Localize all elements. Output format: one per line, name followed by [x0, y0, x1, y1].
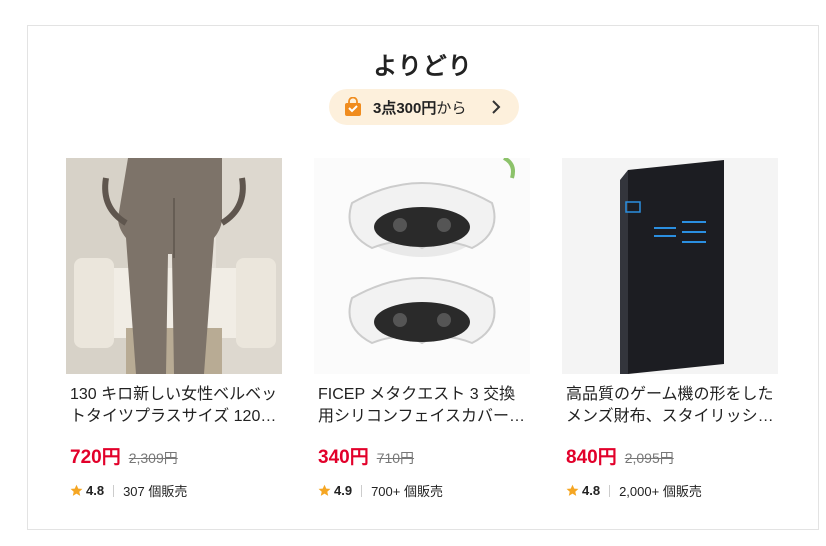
section-title: よりどり — [373, 53, 473, 80]
price-row: 840円 2,095円 — [562, 442, 778, 469]
price-row: 720円 2,309円 — [66, 442, 282, 469]
shopping-bag-icon — [345, 97, 361, 116]
sale-price: 840円 — [566, 447, 617, 468]
product-name[interactable]: 高品質のゲーム機の形をしたメンズ財布、スタイリッシ… — [562, 384, 778, 428]
sale-price: 340円 — [318, 447, 369, 468]
original-price: 710円 — [376, 450, 415, 466]
original-price: 2,309円 — [128, 450, 178, 466]
product-image-wallet[interactable] — [562, 158, 778, 374]
rating-row: 4.9 700+ 個販売 — [314, 481, 530, 500]
yoridori-section: よりどり 3点300円から 130 キロ新しい女性ベルベットタイツプラスサイズ … — [27, 25, 819, 530]
product-image-face-cover[interactable] — [314, 158, 530, 374]
product-name[interactable]: FICEP メタクエスト 3 交換用シリコンフェイスカバー… — [314, 384, 530, 428]
chevron-right-icon — [492, 100, 501, 114]
rating-value: 4.8 — [86, 483, 105, 498]
rating-row: 4.8 307 個販売 — [66, 481, 282, 500]
product-name[interactable]: 130 キロ新しい女性ベルベットタイツプラスサイズ 120… — [66, 384, 282, 428]
star-icon — [318, 484, 331, 496]
sold-count: 307 個販売 — [123, 484, 188, 499]
original-price: 2,095円 — [624, 450, 674, 466]
sale-price: 720円 — [70, 447, 121, 468]
price-row: 340円 710円 — [314, 442, 530, 469]
sold-count: 700+ 個販売 — [371, 484, 443, 499]
product-card-face-cover[interactable]: FICEP メタクエスト 3 交換用シリコンフェイスカバー… 340円 710円… — [314, 158, 530, 500]
promo-text-light: から — [436, 99, 467, 117]
star-icon — [70, 484, 83, 496]
product-image-tights[interactable] — [66, 158, 282, 374]
star-icon — [566, 484, 579, 496]
promo-text-bold: 3点300円 — [373, 99, 437, 117]
divider — [361, 484, 363, 497]
product-card-wallet[interactable]: 高品質のゲーム機の形をしたメンズ財布、スタイリッシ… 840円 2,095円 4… — [562, 158, 778, 500]
sold-count: 2,000+ 個販売 — [619, 484, 702, 499]
rating-value: 4.9 — [334, 483, 353, 498]
promo-text: 3点300円から — [373, 97, 466, 118]
divider — [609, 484, 611, 497]
rating-value: 4.8 — [582, 483, 601, 498]
divider — [113, 484, 115, 497]
promo-pill-button[interactable]: 3点300円から — [329, 89, 519, 125]
product-card-tights[interactable]: 130 キロ新しい女性ベルベットタイツプラスサイズ 120… 720円 2,30… — [66, 158, 282, 500]
rating-row: 4.8 2,000+ 個販売 — [562, 481, 778, 500]
